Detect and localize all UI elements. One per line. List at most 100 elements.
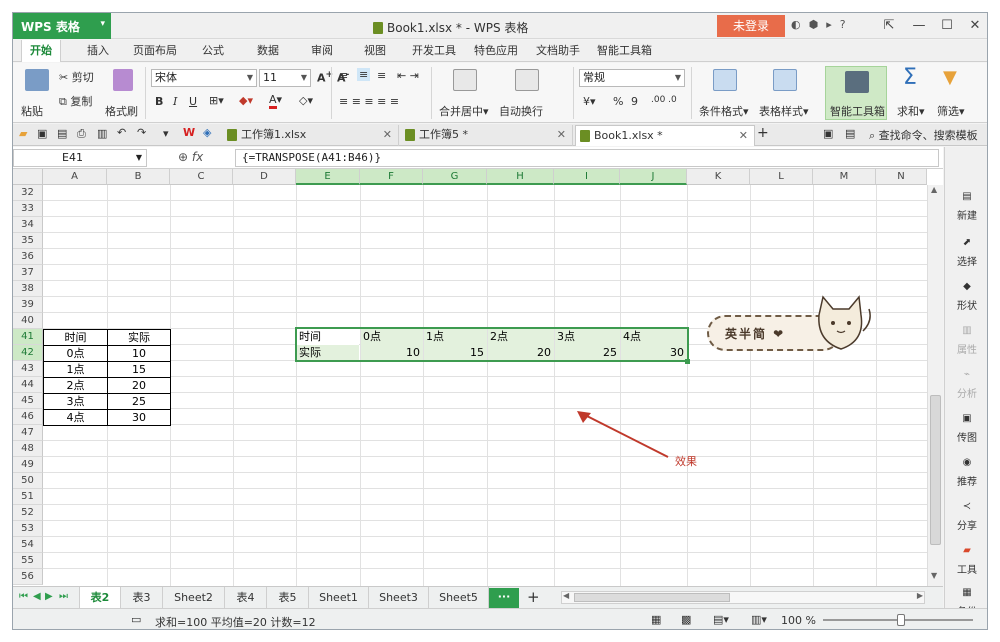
font-color-icon[interactable]: A▾ (269, 93, 282, 109)
cloud-docs-icon[interactable]: ◈ (203, 126, 211, 139)
filter-button[interactable]: 筛选▾ (937, 103, 965, 119)
macro-record-icon[interactable]: ▭ (131, 613, 141, 626)
indent-icon[interactable]: ⇤ ⇥ (397, 69, 419, 82)
row-header[interactable]: 43 (13, 361, 43, 377)
row-header[interactable]: 38 (13, 281, 43, 297)
wps-logo-icon[interactable]: W (183, 126, 195, 139)
tab-special[interactable]: 特色应用 (466, 40, 526, 62)
row-header[interactable]: 44 (13, 377, 43, 393)
row-header[interactable]: 40 (13, 313, 43, 329)
sidebar-item-upload-image[interactable]: ▣ 传图 (945, 413, 987, 444)
decimal-icon[interactable]: .00 .0 (651, 95, 677, 105)
close-tab-icon[interactable]: ✕ (557, 125, 566, 145)
column-header-d[interactable]: D (233, 169, 296, 185)
export-pdf-icon[interactable]: ▤ (57, 127, 67, 140)
thousands-button[interactable]: 9 (631, 95, 638, 108)
table-cell[interactable]: 3点 (43, 393, 108, 410)
row-header[interactable]: 37 (13, 265, 43, 281)
zoom-slider-knob[interactable] (897, 614, 905, 626)
share-window-icon[interactable]: ▣ (823, 127, 833, 140)
row-header[interactable]: 32 (13, 185, 43, 201)
tab-view[interactable]: 视图 (356, 40, 394, 62)
filter-icon[interactable]: ▼ (943, 67, 957, 88)
tab-smart-toolbox[interactable]: 智能工具箱 (589, 40, 660, 62)
more-sheets-button[interactable]: ··· (489, 588, 519, 608)
skin-icon[interactable]: ◐ (791, 18, 801, 31)
row-header[interactable]: 41 (13, 329, 43, 345)
row-header[interactable]: 51 (13, 489, 43, 505)
reading-mode-icon[interactable]: ▤▾ (713, 613, 729, 626)
add-sheet-button[interactable]: + (527, 588, 540, 606)
quick-access-dropdown-icon[interactable]: ▾ (163, 127, 169, 140)
row-header[interactable]: 35 (13, 233, 43, 249)
table-cell[interactable]: 15 (107, 361, 171, 378)
sidebar-item-tools[interactable]: ▰ 工具 (945, 545, 987, 576)
sum-icon[interactable]: Σ (903, 65, 917, 90)
sidebar-item-new[interactable]: ▤ 新建 (945, 191, 987, 222)
sheet-tab[interactable]: 表4 (225, 587, 267, 608)
open-folder-icon[interactable]: ▰ (19, 127, 27, 140)
table-cell[interactable]: 1点 (43, 361, 108, 378)
row-header[interactable]: 56 (13, 569, 43, 585)
sheet-tab[interactable]: Sheet1 (309, 587, 369, 608)
sum-button[interactable]: 求和▾ (897, 103, 925, 119)
conditional-format-icon[interactable] (713, 69, 737, 91)
sidebar-item-select[interactable]: ⬈ 选择 (945, 237, 987, 268)
formula-input[interactable]: {=TRANSPOSE(A41:B46)} (235, 149, 939, 167)
number-format-select[interactable]: 常规 ▼ (579, 69, 685, 87)
table-cell[interactable]: 10 (107, 345, 171, 362)
app-menu-button[interactable]: WPS 表格 ▾ (13, 13, 111, 39)
brush-icon[interactable] (113, 69, 133, 91)
row-header[interactable]: 49 (13, 457, 43, 473)
eye-protection-icon[interactable]: ▥▾ (751, 613, 767, 626)
row-header[interactable]: 39 (13, 297, 43, 313)
font-name-select[interactable]: 宋体 ▼ (151, 69, 257, 87)
align-middle-icon[interactable]: ≡ (357, 68, 371, 81)
maximize-icon[interactable]: ☐ (933, 13, 961, 39)
close-icon[interactable]: ✕ (961, 13, 987, 39)
border-icon[interactable]: ⊞▾ (209, 94, 224, 107)
align-bottom-icon[interactable]: ≡ (377, 69, 386, 82)
page-break-view-icon[interactable]: ▩ (681, 613, 691, 626)
print-icon[interactable]: ⎙ (77, 127, 86, 141)
tab-page-layout[interactable]: 页面布局 (125, 40, 185, 62)
restore-ribbon-icon[interactable]: ⇱ (875, 13, 903, 39)
switch-window-icon[interactable]: ▤ (845, 127, 855, 140)
row-header[interactable]: 33 (13, 201, 43, 217)
function-wizard[interactable]: ⊕ fx (178, 150, 203, 164)
sheet-tab[interactable]: Sheet2 (163, 587, 225, 608)
row-header[interactable]: 53 (13, 521, 43, 537)
last-sheet-icon[interactable]: ⏭ (59, 591, 68, 602)
sheet-tab[interactable]: Sheet3 (369, 587, 429, 608)
save-icon[interactable]: ▣ (37, 127, 47, 140)
column-header-a[interactable]: A (43, 169, 107, 185)
fill-color-icon[interactable]: ◆▾ (239, 94, 253, 107)
row-header[interactable]: 46 (13, 409, 43, 425)
table-cell[interactable]: 20 (107, 377, 171, 394)
column-header-b[interactable]: B (107, 169, 170, 185)
row-header[interactable]: 55 (13, 553, 43, 569)
column-header-n[interactable]: N (876, 169, 927, 185)
copy-button[interactable]: ⧉ 复制 (59, 93, 92, 109)
column-header-m[interactable]: M (813, 169, 876, 185)
table-cell[interactable]: 2点 (43, 377, 108, 394)
settings-icon[interactable]: ⬢ (809, 18, 819, 31)
close-tab-icon[interactable]: ✕ (739, 126, 748, 146)
row-header[interactable]: 54 (13, 537, 43, 553)
cut-button[interactable]: ✂ 剪切 (59, 69, 94, 85)
column-header-k[interactable]: K (687, 169, 750, 185)
login-button[interactable]: 未登录 (717, 15, 785, 37)
format-painter-button[interactable]: 格式刷 (105, 103, 138, 119)
table-style-button[interactable]: 表格样式▾ (759, 103, 809, 119)
row-header[interactable]: 42 (13, 345, 43, 361)
row-header[interactable]: 34 (13, 217, 43, 233)
vertical-scrollbar[interactable]: ▲ ▼ (927, 185, 943, 586)
tab-doc-assistant[interactable]: 文档助手 (528, 40, 588, 62)
row-header[interactable]: 45 (13, 393, 43, 409)
scroll-up-icon[interactable]: ▲ (931, 185, 937, 194)
merge-icon[interactable] (453, 69, 477, 91)
redo-icon[interactable]: ↷ (137, 126, 146, 139)
help-icon[interactable]: ? (840, 18, 846, 31)
table-cell[interactable]: 30 (107, 409, 171, 426)
percent-button[interactable]: % (613, 95, 623, 108)
